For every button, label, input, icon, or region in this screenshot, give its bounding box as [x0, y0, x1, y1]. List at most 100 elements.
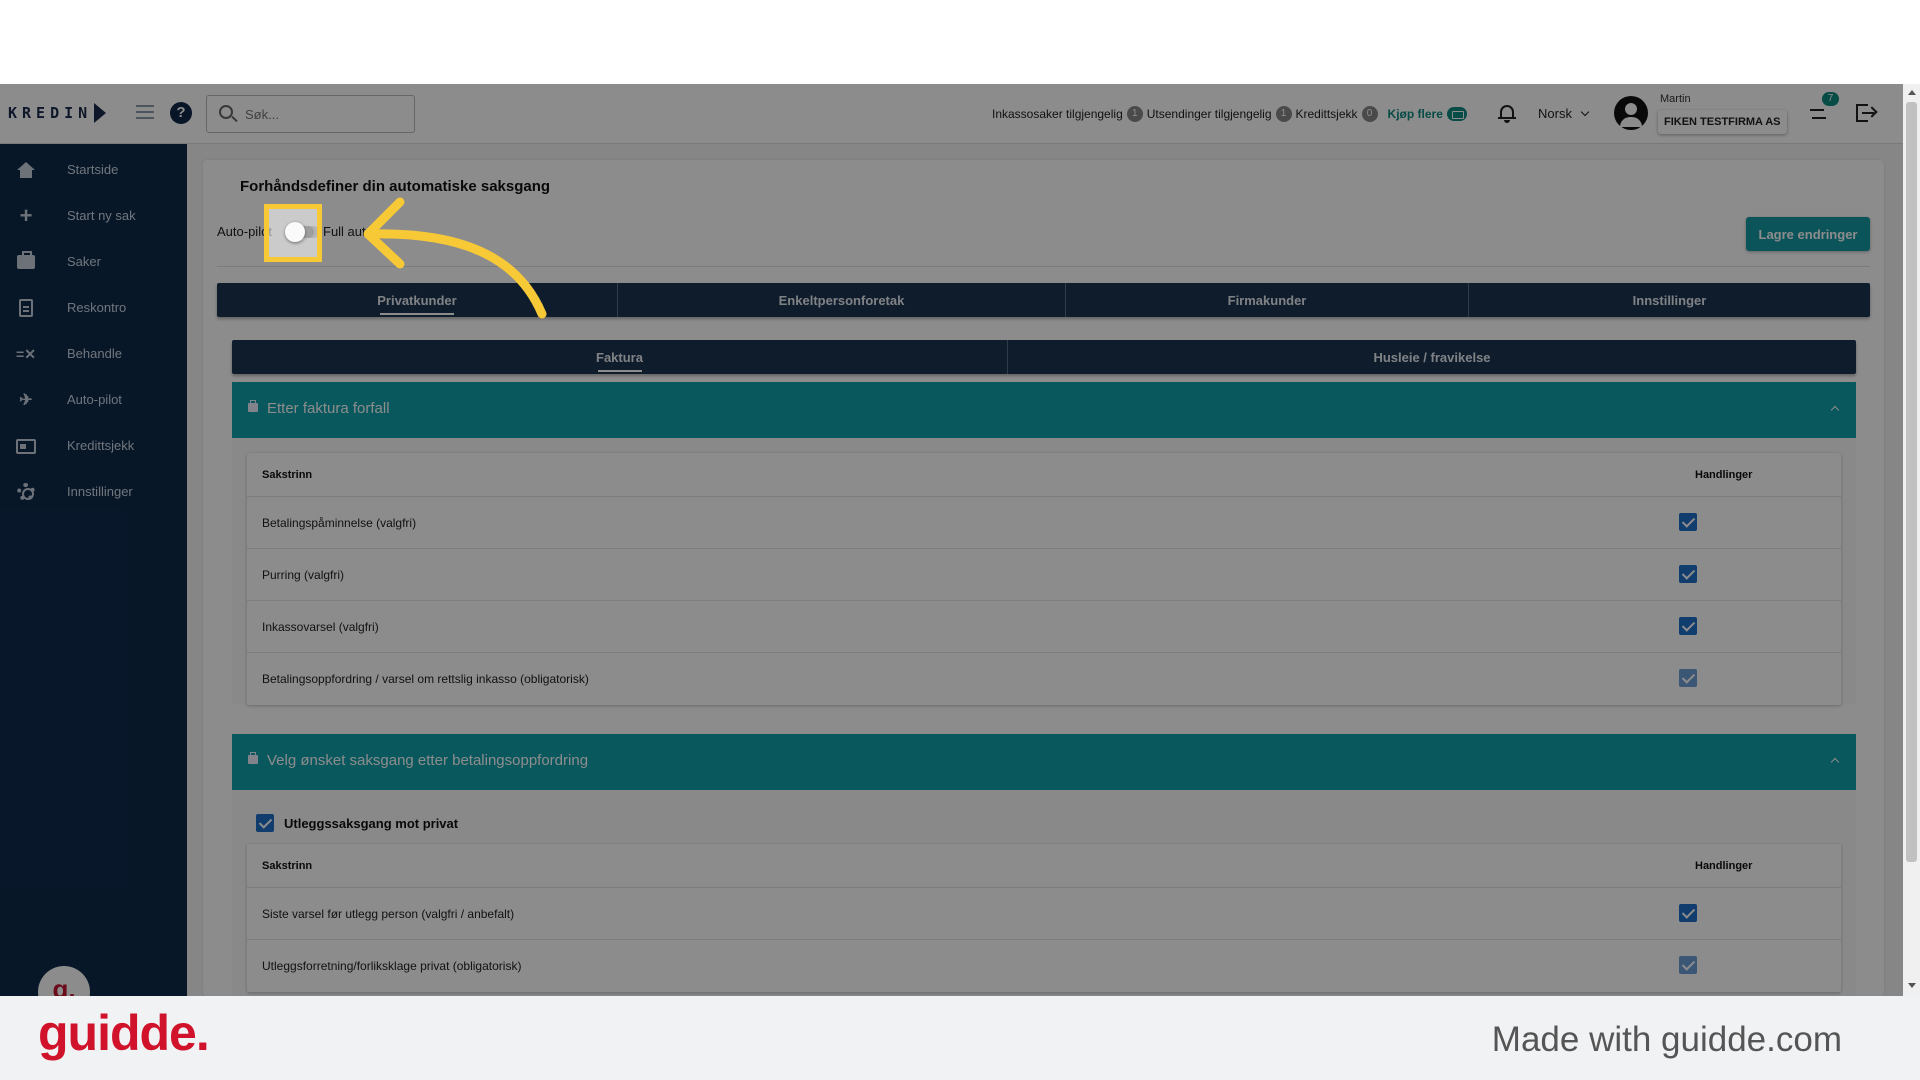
bell-icon[interactable] [1498, 103, 1516, 123]
scrollbar-thumb[interactable] [1906, 102, 1917, 862]
user-name: Martin [1660, 93, 1691, 105]
option-label: Utleggssaksgang mot privat [284, 816, 459, 831]
logo-text: KREDIN [8, 104, 93, 122]
tab-firmakunder[interactable]: Firmakunder [1066, 283, 1469, 317]
screen: KREDIN ? Inkassosaker tilgjengelig 1 Uts… [0, 0, 1920, 1080]
guidde-logo: guidde. [38, 1005, 210, 1061]
language-value: Norsk [1538, 106, 1572, 121]
tab-innstillinger[interactable]: Innstillinger [1469, 283, 1870, 317]
sidebar-item-label: Saker [67, 254, 101, 269]
scroll-down-icon[interactable] [1908, 983, 1916, 988]
sidebar-item-label: Innstillinger [67, 484, 133, 499]
pointer-arrow-icon [363, 197, 547, 319]
highlighted-toggle[interactable] [285, 222, 314, 242]
credit-card-icon[interactable] [1446, 107, 1467, 121]
sidebar: Startside + Start ny sak Saker Reskontro… [0, 144, 187, 996]
row-label: Siste varsel før utlegg person (valgfri … [262, 907, 515, 921]
sidebar-item-label: Behandle [67, 346, 122, 361]
row-label: Inkassovarsel (valgfri) [262, 620, 379, 634]
tab-husleie-fravikelse[interactable]: Husleie / fravikelse [1008, 340, 1856, 374]
company-selector[interactable]: FIKEN TESTFIRMA AS [1658, 110, 1787, 134]
sidebar-item-behandle[interactable]: =✕ Behandle [0, 334, 187, 374]
stat-utsendinger-label: Utsendinger tilgjengelig [1146, 107, 1272, 121]
tab-faktura[interactable]: Faktura [232, 340, 1008, 374]
sidebar-item-startside[interactable]: Startside [0, 150, 187, 190]
stat-inkasso-label: Inkassosaker tilgjengelig [992, 107, 1123, 121]
help-icon[interactable]: ? [170, 102, 192, 124]
save-changes-button[interactable]: Lagre endringer [1746, 217, 1870, 251]
hamburger-menu-icon[interactable] [136, 105, 154, 119]
row-checkbox[interactable] [1679, 904, 1697, 922]
tab-label: Enkeltpersonforetak [778, 292, 905, 308]
briefcase-icon [248, 400, 258, 412]
sidebar-item-innstillinger[interactable]: Innstillinger [0, 472, 187, 512]
steps-table: Sakstrinn Handlinger Betalingspåminnelse… [247, 453, 1841, 705]
chevron-up-icon[interactable] [1830, 405, 1840, 415]
row-label: Purring (valgfri) [262, 568, 345, 582]
sidebar-item-label: Auto-pilot [67, 392, 122, 407]
chevron-down-icon [1580, 107, 1590, 117]
top-blank-area [0, 0, 1920, 84]
panel-header-etter-faktura-forfall[interactable]: Etter faktura forfall [232, 382, 1856, 438]
panel-title: Etter faktura forfall [267, 400, 390, 417]
sidebar-item-saker[interactable]: Saker [0, 242, 187, 282]
row-checkbox[interactable] [1679, 617, 1697, 635]
tab-label: Firmakunder [1227, 292, 1307, 308]
language-select[interactable]: Norsk [1538, 106, 1590, 121]
airplane-icon: ✈ [19, 392, 33, 409]
logout-icon[interactable] [1856, 104, 1878, 122]
gear-icon [16, 483, 36, 501]
panel-header-saksgang-etter-betalingsoppfordring[interactable]: Velg ønsket saksgang etter betalingsoppf… [232, 734, 1856, 790]
id-card-icon [16, 437, 36, 455]
search-input[interactable] [245, 104, 405, 124]
guidde-footer: guidde. Made with guidde.com [0, 996, 1920, 1080]
row-checkbox[interactable] [1679, 956, 1697, 974]
chevron-up-icon[interactable] [1830, 757, 1840, 767]
scroll-up-icon[interactable] [1908, 90, 1916, 95]
stat-kredittsjekk-count: 0 [1361, 106, 1378, 122]
column-header-sakstrinn: Sakstrinn [262, 860, 313, 872]
panel-body: Sakstrinn Handlinger Betalingspåminnelse… [232, 438, 1856, 705]
option-checkbox[interactable] [256, 814, 274, 832]
table-row: Inkassovarsel (valgfri) [247, 601, 1841, 653]
sidebar-item-label: Reskontro [67, 300, 127, 315]
sidebar-item-label: Kredittsjekk [67, 438, 135, 453]
sidebar-item-start-ny-sak[interactable]: + Start ny sak [0, 196, 187, 236]
search-box[interactable] [206, 95, 415, 133]
document-icon [16, 299, 36, 317]
buy-more-link[interactable]: Kjøp flere [1388, 107, 1443, 121]
sidebar-item-auto-pilot[interactable]: ✈ Auto-pilot [0, 380, 187, 420]
user-avatar-icon[interactable] [1614, 96, 1648, 130]
switch-company-icon[interactable]: 7 [1808, 92, 1839, 122]
briefcase-icon [248, 752, 258, 764]
home-icon [16, 161, 36, 179]
column-header-handlinger: Handlinger [1695, 860, 1753, 872]
guidde-avatar[interactable]: g. 1 [38, 966, 90, 996]
kredin-logo[interactable]: KREDIN [8, 102, 107, 124]
tab-label: Faktura [596, 349, 643, 365]
plus-icon: + [19, 203, 33, 228]
header-stats: Inkassosaker tilgjengelig 1 Utsendinger … [992, 104, 1467, 124]
made-with-text: Made with guidde.com [1491, 1020, 1842, 1059]
search-icon [219, 105, 233, 119]
document-type-tabs: Faktura Husleie / fravikelse [232, 340, 1856, 374]
sidebar-item-kredittsjekk[interactable]: Kredittsjekk [0, 426, 187, 466]
active-tab-indicator [597, 370, 642, 372]
row-checkbox[interactable] [1679, 513, 1697, 531]
sidebar-item-label: Startside [67, 162, 119, 177]
logo-arrow-icon [94, 103, 107, 123]
tab-enkeltpersonforetak[interactable]: Enkeltpersonforetak [618, 283, 1066, 317]
page-scrollbar[interactable] [1903, 84, 1920, 996]
app-window: KREDIN ? Inkassosaker tilgjengelig 1 Uts… [0, 84, 1920, 996]
sidebar-item-reskontro[interactable]: Reskontro [0, 288, 187, 328]
tab-label: Husleie / fravikelse [1373, 349, 1491, 365]
row-checkbox[interactable] [1679, 669, 1697, 687]
stat-utsendinger-count: 1 [1275, 106, 1292, 122]
row-label: Betalingsoppfordring / varsel om rettsli… [262, 672, 589, 686]
panel-body: Utleggssaksgang mot privat Sakstrinn Han… [232, 790, 1856, 996]
table-row: Betalingsoppfordring / varsel om rettsli… [247, 653, 1841, 705]
row-checkbox[interactable] [1679, 565, 1697, 583]
row-label: Utleggsforretning/forliksklage privat (o… [262, 959, 522, 973]
steps-table: Sakstrinn Handlinger Siste varsel før ut… [247, 844, 1841, 992]
guidde-avatar-letter: g. [52, 974, 76, 996]
